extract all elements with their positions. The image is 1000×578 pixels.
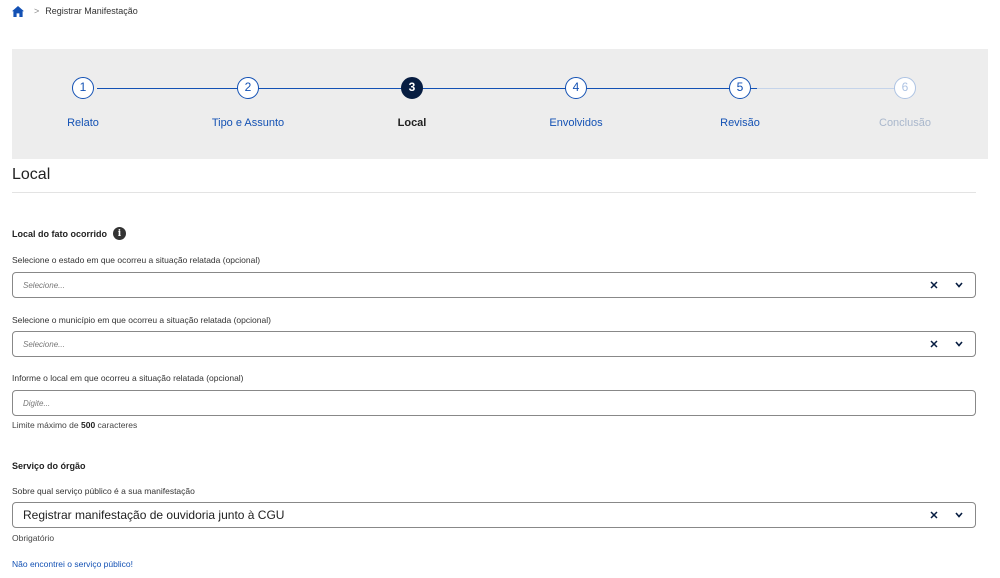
stepper-progress-line (97, 88, 757, 89)
home-icon[interactable] (12, 5, 24, 17)
page-title: Local (12, 166, 51, 183)
clear-icon[interactable]: ✕ (927, 338, 941, 351)
clear-icon[interactable]: ✕ (927, 509, 941, 522)
service-not-found-link[interactable]: Não encontrei o serviço público! (12, 559, 133, 569)
estado-select[interactable]: Selecione... ✕ (12, 272, 976, 298)
local-input[interactable]: Digite... (12, 390, 976, 416)
clear-icon[interactable]: ✕ (927, 279, 941, 292)
char-limit-value: 500 (80, 420, 96, 430)
chevron-down-icon[interactable] (955, 280, 965, 290)
local-input-label: Informe o local em que ocorreu a situaçã… (12, 373, 244, 383)
step-label: Revisão (720, 117, 760, 129)
chevron-down-icon[interactable] (955, 339, 965, 349)
step-label: Envolvidos (549, 117, 603, 129)
estado-placeholder: Selecione... (23, 280, 65, 290)
char-limit-hint: Limite máximo de 500 caracteres (12, 420, 137, 430)
servico-group-title-text: Serviço do órgão (12, 461, 86, 471)
step-number: 2 (237, 77, 259, 99)
required-hint: Obrigatório (12, 533, 55, 543)
step-label: Tipo e Assunto (211, 117, 285, 129)
char-limit-prefix: Limite máximo de (12, 420, 79, 430)
servico-group-title: Serviço do órgão (12, 461, 86, 471)
municipio-label: Selecione o município em que ocorreu a s… (12, 315, 271, 325)
step-number: 6 (894, 77, 916, 99)
breadcrumb: > Registrar Manifestação (12, 3, 138, 19)
info-icon[interactable]: i (113, 227, 127, 240)
step-number: 3 (401, 77, 423, 99)
step-number: 1 (72, 77, 94, 99)
stepper-remaining-line (757, 88, 907, 89)
step-label: Local (397, 117, 427, 129)
section-divider (12, 192, 976, 193)
char-limit-suffix: caracteres (97, 420, 138, 430)
servico-selected-value: Registrar manifestação de ouvidoria junt… (23, 508, 285, 522)
local-group-title-text: Local do fato ocorrido (12, 228, 108, 239)
breadcrumb-current: Registrar Manifestação (45, 6, 138, 16)
step-number: 5 (729, 77, 751, 99)
estado-label: Selecione o estado em que ocorreu a situ… (12, 255, 261, 265)
step-number: 4 (565, 77, 587, 99)
servico-select[interactable]: Registrar manifestação de ouvidoria junt… (12, 502, 976, 528)
servico-label: Sobre qual serviço público é a sua manif… (12, 486, 195, 496)
local-input-placeholder: Digite... (23, 398, 51, 408)
breadcrumb-separator: > (34, 6, 40, 16)
chevron-down-icon[interactable] (955, 510, 965, 520)
wizard-stepper: 1 Relato 2 Tipo e Assunto 3 Local 4 Envo… (12, 49, 988, 159)
local-group-title: Local do fato ocorrido i (12, 227, 127, 240)
step-label: Conclusão (879, 117, 931, 129)
step-label: Relato (67, 117, 99, 129)
municipio-select[interactable]: Selecione... ✕ (12, 331, 976, 357)
municipio-placeholder: Selecione... (23, 339, 65, 349)
